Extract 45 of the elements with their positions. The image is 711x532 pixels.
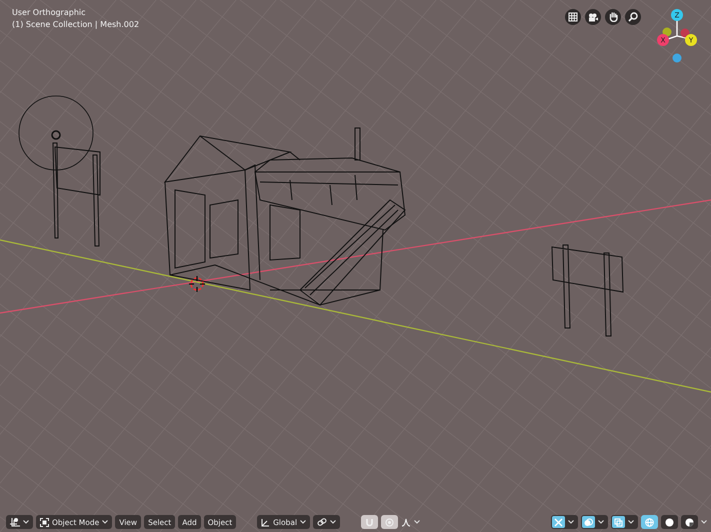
overlay-dropdown[interactable] [580, 515, 608, 529]
caret-icon [414, 520, 420, 524]
caret-icon [102, 520, 108, 524]
axes-icon [10, 517, 20, 527]
xray-dropdown[interactable] [610, 515, 638, 529]
wire-sphere-icon [644, 518, 654, 526]
material-shading-button[interactable] [680, 515, 698, 529]
overlay-icon [584, 518, 593, 526]
falloff-curve-icon [401, 518, 412, 526]
3d-cursor-icon [188, 276, 206, 292]
axes-icon [261, 518, 270, 526]
grid-icon [568, 12, 578, 22]
solid-shading-button[interactable] [660, 515, 678, 529]
target-icon [385, 518, 394, 526]
link-icon [317, 518, 328, 526]
overlay-toggle[interactable] [582, 516, 595, 528]
caret-icon [568, 520, 574, 524]
zoom-icon [628, 12, 638, 22]
xray-toggle[interactable] [612, 516, 625, 528]
sphere-icon [664, 518, 674, 526]
hand-icon [608, 12, 618, 22]
hand-button[interactable] [605, 9, 621, 25]
camera-icon [588, 12, 598, 22]
wireframe-shading-button[interactable] [640, 515, 658, 529]
editor-type-button[interactable] [6, 515, 33, 529]
select-box-icon [40, 518, 49, 526]
caret-icon [23, 520, 29, 524]
magnet-icon [365, 518, 374, 526]
caret-icon [330, 520, 336, 524]
camera-button[interactable] [585, 9, 601, 25]
pivot-dropdown[interactable] [313, 515, 340, 529]
xray-icon [614, 518, 623, 526]
proportional-toggle[interactable] [381, 515, 398, 529]
gizmo-toggle[interactable] [552, 516, 565, 528]
shaded-sphere-icon [684, 518, 694, 526]
gizmo-dropdown[interactable] [550, 515, 578, 529]
caret-icon [598, 520, 604, 524]
zoom-button[interactable] [625, 9, 641, 25]
grid-button[interactable] [565, 9, 581, 25]
caret-icon [300, 520, 306, 524]
view-name: User Orthographic [12, 8, 87, 17]
caret-icon [628, 520, 634, 524]
caret-icon [700, 520, 707, 524]
snap-toggle[interactable] [361, 515, 378, 529]
collection-label: (1) Scene Collection | Mesh.002 [12, 20, 140, 29]
